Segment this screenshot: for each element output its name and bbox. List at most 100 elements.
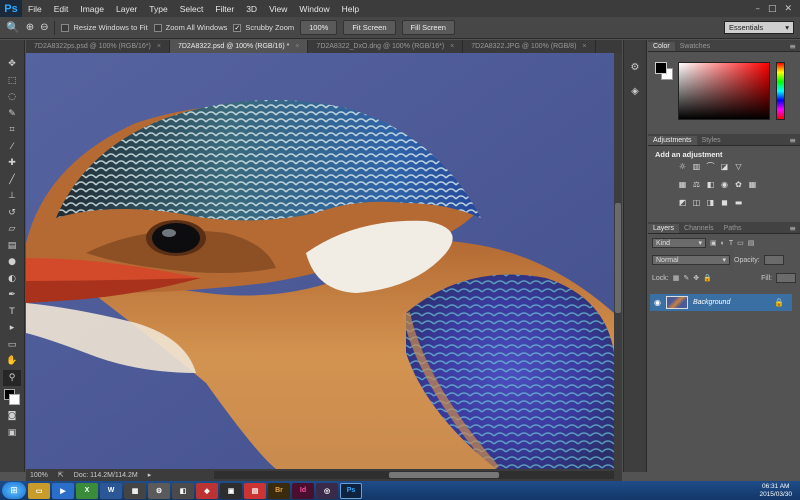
tab-layers[interactable]: Layers (648, 224, 680, 233)
lock-brush-icon[interactable]: ✎ (683, 274, 689, 282)
panel-menu-icon[interactable]: ≡ (789, 224, 800, 233)
zoom-all-checkbox[interactable]: Zoom All Windows (153, 23, 227, 32)
folder-icon[interactable]: ▭ (28, 482, 50, 499)
scrollbar-thumb[interactable] (389, 472, 499, 478)
zoom-in-icon[interactable]: ⊕ (26, 22, 34, 33)
tab-styles[interactable]: Styles (697, 136, 726, 145)
tab-document-2[interactable]: 7D2A8322.psd @ 100% (RGB/16) * × (169, 40, 309, 53)
tab-document-3[interactable]: 7D2A8322_DxO.dng @ 100% (RGB/16*) × (308, 40, 464, 53)
panel-menu-icon[interactable]: ≡ (789, 136, 800, 145)
vertical-scrollbar[interactable] (614, 53, 622, 469)
channel-mixer-icon[interactable]: ✿ (734, 180, 743, 189)
menu-type[interactable]: Type (143, 4, 173, 14)
scrubby-zoom-checkbox[interactable]: ✓ Scrubby Zoom (233, 23, 294, 32)
color-swatches[interactable] (3, 388, 21, 408)
exposure-icon[interactable]: ◪ (720, 162, 729, 171)
path-select-tool-icon[interactable]: ▸ (3, 320, 21, 337)
tab-document-1[interactable]: 7D2A8322ps.psd @ 100% (RGB/16*) × (26, 40, 170, 53)
zoom-100-button[interactable]: 100% (300, 20, 338, 35)
eyedropper-tool-icon[interactable]: ⁄ (3, 139, 21, 156)
lock-move-icon[interactable]: ✥ (693, 274, 699, 282)
invert-icon[interactable]: ◩ (678, 198, 687, 207)
filter-pixel-icon[interactable]: ▣ (710, 239, 717, 247)
tab-swatches[interactable]: Swatches (675, 42, 715, 51)
zoom-tool-icon[interactable]: ⚲ (3, 369, 21, 386)
menu-file[interactable]: File (22, 4, 48, 14)
properties-icon[interactable]: ◈ (628, 84, 642, 98)
menu-select[interactable]: Select (174, 4, 210, 14)
background-color[interactable] (9, 394, 20, 405)
lasso-tool-icon[interactable]: ◌ (3, 89, 21, 106)
filter-shape-icon[interactable]: ▭ (737, 239, 744, 247)
quick-mask-icon[interactable]: ◙ (3, 408, 21, 425)
horizontal-scrollbar[interactable] (214, 471, 614, 479)
screen-mode-icon[interactable]: ▣ (3, 425, 21, 442)
chrome-icon[interactable]: ◎ (316, 482, 338, 499)
filter-type-icon[interactable]: T (729, 240, 733, 247)
kind-select[interactable]: Kind ▾ (652, 238, 706, 248)
tab-adjustments[interactable]: Adjustments (648, 136, 697, 145)
start-button[interactable]: ⊞ (2, 482, 26, 499)
hue-saturation-icon[interactable]: ▦ (678, 180, 687, 189)
blur-tool-icon[interactable]: ● (3, 254, 21, 271)
close-icon[interactable]: × (582, 43, 586, 50)
blend-mode-select[interactable]: Normal ▾ (652, 255, 730, 265)
taskbar-app-word[interactable]: W (100, 482, 122, 499)
panel-menu-icon[interactable]: ≡ (789, 42, 800, 51)
status-arrow-icon[interactable]: ▸ (148, 471, 152, 479)
menu-view[interactable]: View (263, 4, 293, 14)
lock-pixels-icon[interactable]: ▦ (673, 274, 680, 282)
hand-tool-icon[interactable]: ✋ (3, 353, 21, 370)
history-icon[interactable]: ⚙ (628, 60, 642, 74)
photos-icon[interactable]: ◧ (172, 482, 194, 499)
pen-tool-icon[interactable]: ✒ (3, 287, 21, 304)
menu-filter[interactable]: Filter (209, 4, 240, 14)
taskbar-app-bridge[interactable]: Br (268, 482, 290, 499)
color-picker-field[interactable] (678, 62, 770, 120)
history-brush-tool-icon[interactable]: ↺ (3, 205, 21, 222)
fill-field[interactable] (776, 273, 796, 283)
hue-slider[interactable] (776, 62, 785, 120)
dodge-tool-icon[interactable]: ◐ (3, 271, 21, 288)
menu-edit[interactable]: Edit (48, 4, 75, 14)
close-button[interactable]: ✕ (784, 4, 792, 14)
close-icon[interactable]: × (450, 43, 454, 50)
media-icon[interactable]: ▶ (52, 482, 74, 499)
foreground-color[interactable] (655, 62, 667, 74)
menu-3d[interactable]: 3D (240, 4, 263, 14)
healing-brush-tool-icon[interactable]: ✚ (3, 155, 21, 172)
system-clock[interactable]: 06:31 AM 2015/03/30 (759, 483, 800, 499)
fit-screen-button[interactable]: Fit Screen (343, 20, 396, 35)
shape-tool-icon[interactable]: ▭ (3, 337, 21, 354)
checkmark-icon[interactable]: ✓ (233, 23, 242, 32)
curves-icon[interactable]: ⌒ (706, 162, 715, 171)
brightness-icon[interactable]: ☼ (678, 162, 687, 171)
levels-icon[interactable]: ▥ (692, 162, 701, 171)
crop-tool-icon[interactable]: ⌗ (3, 122, 21, 139)
tab-document-4[interactable]: 7D2A8322.JPG @ 100% (RGB/8) × (463, 40, 596, 53)
menu-image[interactable]: Image (74, 4, 110, 14)
resize-windows-checkbox[interactable]: Resize Windows to Fit (61, 23, 148, 32)
filter-smart-icon[interactable]: ▤ (748, 239, 755, 247)
flash-icon[interactable]: ◆ (196, 482, 218, 499)
black-white-icon[interactable]: ◧ (706, 180, 715, 189)
type-tool-icon[interactable]: T (3, 304, 21, 321)
move-tool-icon[interactable]: ✥ (3, 56, 21, 73)
color-lookup-icon[interactable]: ▦ (748, 180, 757, 189)
taskbar-app-photoshop[interactable]: Ps (340, 482, 362, 499)
maximize-button[interactable]: □ (768, 4, 777, 14)
taskbar-app-indesign[interactable]: Id (292, 482, 314, 499)
document-canvas[interactable] (26, 53, 614, 469)
minimize-button[interactable]: – (755, 4, 760, 14)
posterize-icon[interactable]: ◫ (692, 198, 701, 207)
clone-stamp-tool-icon[interactable]: ⊥ (3, 188, 21, 205)
calculator-icon[interactable]: ▦ (124, 482, 146, 499)
marquee-tool-icon[interactable]: ⬚ (3, 73, 21, 90)
lock-all-icon[interactable]: 🔒 (703, 274, 712, 282)
menu-layer[interactable]: Layer (110, 4, 143, 14)
photo-filter-icon[interactable]: ◉ (720, 180, 729, 189)
zoom-level[interactable]: 100% (30, 472, 48, 479)
zoom-out-icon[interactable]: ⊖ (40, 22, 48, 33)
tab-paths[interactable]: Paths (719, 224, 747, 233)
excel-icon[interactable]: X (76, 482, 98, 499)
